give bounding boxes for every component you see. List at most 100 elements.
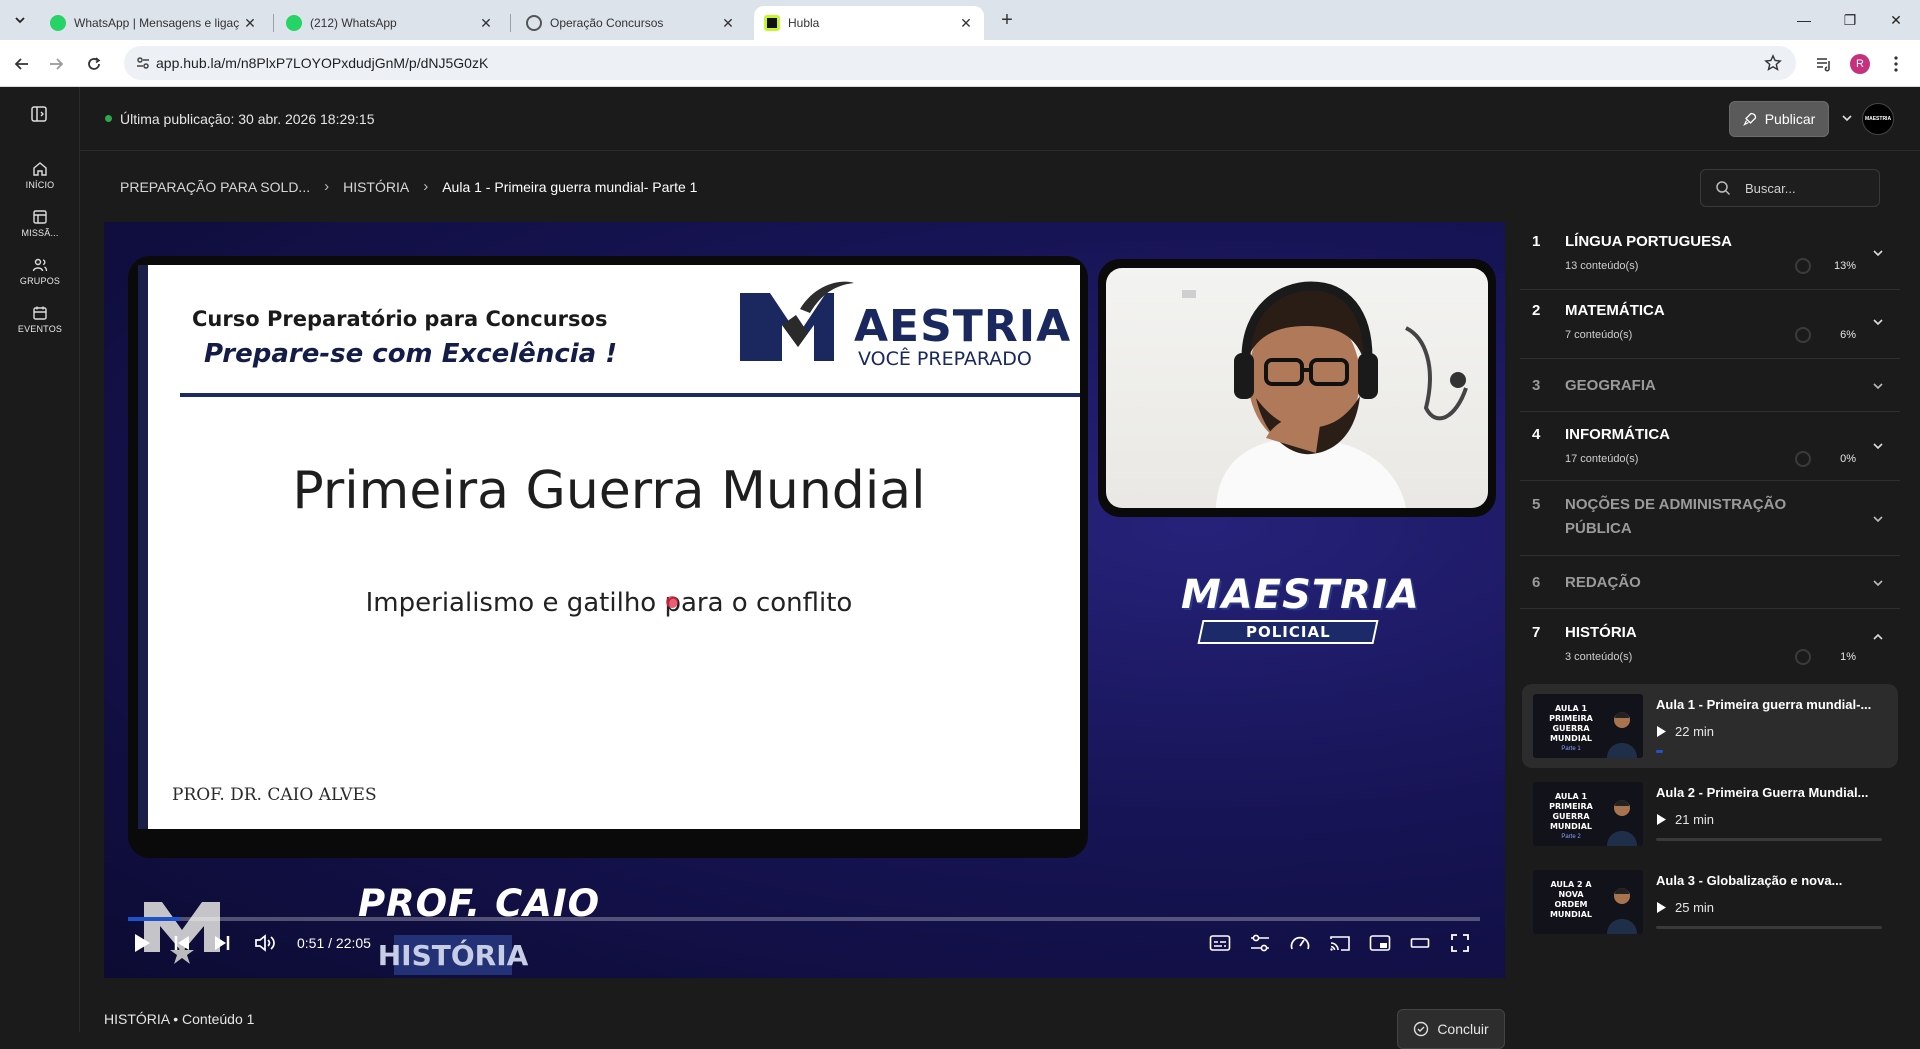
video-progress-bar[interactable] xyxy=(128,917,1480,921)
chevron-down-icon[interactable] xyxy=(1840,111,1854,125)
skip-next-icon xyxy=(215,936,230,950)
cast-button[interactable] xyxy=(1322,925,1358,961)
chevron-down-icon[interactable] xyxy=(1871,439,1885,453)
chevron-right-icon: › xyxy=(423,178,429,195)
breadcrumb-item[interactable]: HISTÓRIA xyxy=(343,179,409,195)
module-number: 7 xyxy=(1532,624,1541,641)
module-informatica[interactable]: 4 INFORMÁTICA 17 conteúdo(s) 0% xyxy=(1520,413,1900,481)
lesson-item[interactable]: AULA 2 A NOVA ORDEM MUNDIAL Aula 3 - Glo… xyxy=(1522,860,1898,944)
module-progress: 0% xyxy=(1840,453,1856,465)
tab-search-chevron-icon[interactable] xyxy=(8,8,32,32)
module-matematica[interactable]: 2 MATEMÁTICA 7 conteúdo(s) 6% xyxy=(1520,291,1900,359)
sidebar-toggle-icon[interactable] xyxy=(30,105,48,123)
lesson-title: Aula 3 - Globalização e nova... xyxy=(1656,873,1843,888)
close-icon[interactable]: ✕ xyxy=(242,15,258,31)
chevron-down-icon[interactable] xyxy=(1871,576,1885,590)
address-bar[interactable]: app.hub.la/m/n8PlxP7LOYOPxdudjGnM/p/dNJ5… xyxy=(124,46,1796,80)
brand-avatar[interactable]: MAESTRIA xyxy=(1862,103,1894,135)
chevron-down-icon[interactable] xyxy=(1871,379,1885,393)
back-icon[interactable] xyxy=(10,52,34,76)
reload-icon[interactable] xyxy=(82,52,106,76)
chevron-down-icon[interactable] xyxy=(1871,246,1885,260)
chrome-menu-icon[interactable] xyxy=(1884,52,1908,76)
slide-motto: Prepare-se com Excelência ! xyxy=(204,339,618,369)
next-button[interactable] xyxy=(204,925,240,961)
left-rail: INÍCIO MISSÃ... GRUPOS EVENTOS xyxy=(0,87,80,1032)
lesson-item[interactable]: AULA 1 PRIMEIRA GUERRA MUNDIAL Parte 2 A… xyxy=(1522,772,1898,856)
bookmark-star-icon[interactable] xyxy=(1764,54,1782,72)
rail-item-label: GRUPOS xyxy=(19,276,61,286)
captions-button[interactable] xyxy=(1202,925,1238,961)
lesson-progress-bar xyxy=(1656,838,1882,841)
presentation-slide: Curso Preparatório para Concursos Prepar… xyxy=(138,265,1080,829)
rail-item-missoes[interactable]: MISSÃ... xyxy=(0,209,80,238)
chevron-down-icon[interactable] xyxy=(1871,512,1885,526)
play-button[interactable] xyxy=(124,925,160,961)
lesson-item-active[interactable]: AULA 1 PRIMEIRA GUERRA MUNDIAL Parte 1 A… xyxy=(1522,684,1898,768)
browser-tab[interactable]: (212) WhatsApp ✕ xyxy=(276,6,504,40)
sliders-icon xyxy=(1251,934,1269,952)
search-box[interactable] xyxy=(1700,169,1880,207)
fullscreen-button[interactable] xyxy=(1442,925,1478,961)
skip-previous-icon xyxy=(174,936,189,950)
app-topbar: Última publicação: 30 abr. 2026 18:29:15… xyxy=(80,87,1920,151)
lesson-title: Aula 2 - Primeira Guerra Mundial... xyxy=(1656,785,1869,800)
rail-item-inicio[interactable]: INÍCIO xyxy=(0,161,80,190)
previous-button[interactable] xyxy=(164,925,200,961)
close-icon[interactable]: ✕ xyxy=(720,15,736,31)
lesson-progress-fill xyxy=(1656,750,1663,753)
breadcrumb-current: Aula 1 - Primeira guerra mundial- Parte … xyxy=(442,178,698,195)
chevron-down-icon[interactable] xyxy=(1871,315,1885,329)
module-geografia[interactable]: 3 GEOGRAFIA xyxy=(1520,360,1900,412)
search-input[interactable] xyxy=(1745,180,1865,196)
theater-mode-button[interactable] xyxy=(1402,925,1438,961)
settings-button[interactable] xyxy=(1242,925,1278,961)
module-lingua-portuguesa[interactable]: 1 LÍNGUA PORTUGUESA 13 conteúdo(s) 13% xyxy=(1520,222,1900,290)
site-info-icon[interactable] xyxy=(134,54,152,72)
browser-tab[interactable]: Operação Concursos ✕ xyxy=(516,6,746,40)
rail-item-eventos[interactable]: EVENTOS xyxy=(0,305,80,334)
thumb-part: Parte 2 xyxy=(1561,834,1581,840)
profile-avatar[interactable]: R xyxy=(1848,52,1872,76)
url-text[interactable]: app.hub.la/m/n8PlxP7LOYOPxdudjGnM/p/dNJ5… xyxy=(156,55,488,71)
play-icon xyxy=(1657,902,1666,913)
webcam-feed xyxy=(1106,268,1488,508)
tab-title: WhatsApp | Mensagens e ligaç xyxy=(74,16,240,30)
close-icon[interactable]: ✕ xyxy=(478,15,494,31)
video-player[interactable]: Curso Preparatório para Concursos Prepar… xyxy=(104,222,1505,978)
browser-tab[interactable]: WhatsApp | Mensagens e ligaç ✕ xyxy=(40,6,268,40)
forward-icon[interactable] xyxy=(44,52,68,76)
brand-name: MAESTRIA xyxy=(1181,572,1420,618)
module-progress: 6% xyxy=(1840,329,1856,341)
volume-button[interactable] xyxy=(248,925,284,961)
browser-tab-active[interactable]: Hubla ✕ xyxy=(754,6,984,40)
profile-initial: R xyxy=(1850,54,1870,74)
restore-icon[interactable]: ❐ xyxy=(1836,8,1864,32)
new-tab-button[interactable]: + xyxy=(996,9,1018,31)
tab-title: (212) WhatsApp xyxy=(310,16,397,30)
conclude-label: Concluir xyxy=(1437,1021,1489,1037)
fullscreen-icon xyxy=(1451,934,1469,952)
module-redacao[interactable]: 6 REDAÇÃO xyxy=(1520,557,1900,609)
close-window-icon[interactable]: ✕ xyxy=(1882,8,1910,32)
volume-icon xyxy=(255,934,275,952)
module-count: 7 conteúdo(s) xyxy=(1565,329,1633,341)
media-controls-icon[interactable] xyxy=(1812,52,1836,76)
chevron-up-icon[interactable] xyxy=(1871,630,1885,644)
conclude-button[interactable]: Concluir xyxy=(1397,1009,1505,1049)
tab-title: Hubla xyxy=(788,16,820,30)
progress-ring-icon xyxy=(1795,451,1811,467)
rail-item-grupos[interactable]: GRUPOS xyxy=(0,257,80,286)
module-historia[interactable]: 7 HISTÓRIA 3 conteúdo(s) 1% xyxy=(1520,610,1900,680)
module-number: 3 xyxy=(1532,377,1541,394)
playback-speed-button[interactable] xyxy=(1282,925,1318,961)
module-title: INFORMÁTICA xyxy=(1565,426,1670,443)
picture-in-picture-button[interactable] xyxy=(1362,925,1398,961)
close-icon[interactable]: ✕ xyxy=(958,15,974,31)
module-count: 17 conteúdo(s) xyxy=(1565,453,1639,465)
module-nocoes-administracao[interactable]: 5 NOÇÕES DE ADMINISTRAÇÃO PÚBLICA xyxy=(1520,482,1900,556)
maestria-policial-logo: MAESTRIA POLICIAL xyxy=(1181,572,1420,644)
publish-button[interactable]: Publicar xyxy=(1729,101,1829,137)
minimize-icon[interactable]: — xyxy=(1790,8,1818,32)
breadcrumb-item[interactable]: PREPARAÇÃO PARA SOLD... xyxy=(120,179,310,195)
